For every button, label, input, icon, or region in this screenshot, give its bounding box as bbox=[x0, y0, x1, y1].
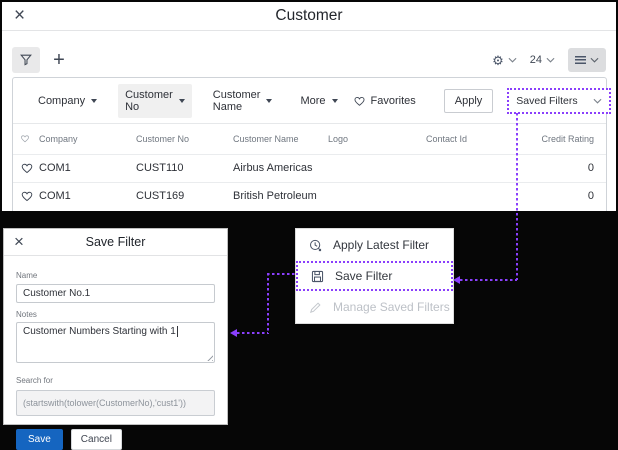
annotation-arrowhead-menu bbox=[453, 276, 460, 284]
customer-table: Company Customer No Customer Name Logo C… bbox=[13, 124, 606, 210]
name-input[interactable] bbox=[16, 284, 215, 303]
cell-customer-no: CUST169 bbox=[136, 182, 233, 210]
cell-customer-name: Airbus Americas bbox=[233, 154, 328, 182]
filter-chip-label: Customer Name bbox=[213, 89, 261, 113]
filter-chip-customer-name[interactable]: Customer Name bbox=[206, 84, 280, 118]
cell-company: COM1 bbox=[39, 182, 136, 210]
page-size-value: 24 bbox=[530, 54, 542, 66]
cell-credit-rating: 0 bbox=[524, 154, 606, 182]
title-bar: × Customer bbox=[2, 2, 616, 31]
favorite-heart-icon[interactable] bbox=[20, 190, 34, 202]
customer-window: × Customer + ⚙ 24 Company bbox=[2, 2, 616, 211]
dropdown-caret-icon bbox=[266, 99, 272, 103]
pencil-icon bbox=[308, 300, 323, 315]
history-icon bbox=[308, 238, 323, 253]
filter-chip-label: Company bbox=[38, 95, 85, 107]
toolbar-right: ⚙ 24 bbox=[492, 48, 606, 72]
table-header-row: Company Customer No Customer Name Logo C… bbox=[13, 124, 606, 154]
annotation-line-from-menu bbox=[267, 273, 296, 275]
dialog-body: Name Notes Customer Numbers Starting wit… bbox=[4, 256, 227, 450]
text-caret bbox=[177, 326, 178, 337]
cancel-button[interactable]: Cancel bbox=[71, 429, 122, 450]
menu-item-label: Save Filter bbox=[335, 269, 392, 283]
dropdown-caret-icon bbox=[332, 99, 338, 103]
saved-filters-dropdown[interactable]: Saved Filters bbox=[507, 88, 611, 114]
heart-icon bbox=[20, 134, 30, 143]
notes-label: Notes bbox=[16, 310, 215, 319]
name-label: Name bbox=[16, 271, 215, 280]
page-title: Customer bbox=[2, 7, 616, 25]
view-mode-control[interactable] bbox=[568, 48, 606, 72]
notes-field[interactable]: Customer Numbers Starting with 1 bbox=[16, 322, 215, 363]
favorites-label: Favorites bbox=[371, 95, 416, 107]
filter-toggle-button[interactable] bbox=[12, 47, 40, 73]
dropdown-caret-icon bbox=[91, 99, 97, 103]
cell-company: COM1 bbox=[39, 154, 136, 182]
table-row[interactable]: COM1 CUST169 British Petroleum 0 bbox=[13, 182, 606, 210]
notes-text: Customer Numbers Starting with 1 bbox=[23, 326, 176, 337]
menu-item-manage-saved-filters: Manage Saved Filters bbox=[296, 292, 453, 322]
filter-chip-label: Customer No bbox=[125, 89, 173, 113]
column-header-company[interactable]: Company bbox=[39, 124, 136, 154]
column-header-logo[interactable]: Logo bbox=[328, 124, 426, 154]
cell-logo bbox=[328, 154, 426, 182]
add-filter-button[interactable]: + bbox=[46, 47, 72, 73]
cell-contact-id bbox=[426, 154, 524, 182]
table-row[interactable]: COM1 CUST110 Airbus Americas 0 bbox=[13, 154, 606, 182]
cell-contact-id bbox=[426, 182, 524, 210]
search-for-label: Search for bbox=[16, 376, 215, 385]
filter-chip-label: More bbox=[300, 95, 325, 107]
settings-control[interactable]: ⚙ bbox=[492, 54, 517, 67]
chevron-down-icon bbox=[590, 57, 599, 63]
filter-chip-more[interactable]: More bbox=[293, 90, 344, 112]
column-header-customer-no[interactable]: Customer No bbox=[136, 124, 233, 154]
annotation-line-menu-vertical bbox=[267, 273, 269, 334]
save-icon bbox=[310, 269, 325, 284]
saved-filters-context-menu: Apply Latest Filter Save Filter Manage S… bbox=[295, 228, 454, 324]
filter-bar: Company Customer No Customer Name More F… bbox=[13, 78, 606, 124]
cell-customer-name: British Petroleum bbox=[233, 182, 328, 210]
resize-grip-icon[interactable] bbox=[205, 353, 213, 361]
dialog-header: × Save Filter bbox=[4, 229, 227, 256]
menu-item-save-filter[interactable]: Save Filter bbox=[296, 261, 453, 291]
menu-item-apply-latest-filter[interactable]: Apply Latest Filter bbox=[296, 230, 453, 260]
column-header-credit-rating[interactable]: Credit Rating bbox=[524, 124, 606, 154]
annotation-line-to-menu bbox=[460, 279, 517, 281]
heart-icon bbox=[353, 95, 366, 107]
chevron-down-icon bbox=[593, 98, 602, 104]
favorite-heart-icon[interactable] bbox=[20, 162, 34, 174]
filter-chip-company[interactable]: Company bbox=[31, 90, 104, 112]
saved-filters-group: Saved Filters ⋮ bbox=[507, 88, 616, 114]
favorites-toggle[interactable]: Favorites bbox=[353, 95, 416, 107]
dropdown-caret-icon bbox=[179, 99, 185, 103]
list-toolbar: + ⚙ 24 bbox=[12, 45, 606, 75]
funnel-icon bbox=[19, 53, 33, 67]
save-filter-dialog: × Save Filter Name Notes Customer Number… bbox=[3, 228, 228, 425]
cell-customer-no: CUST110 bbox=[136, 154, 233, 182]
chevron-down-icon bbox=[546, 57, 555, 63]
list-view-icon bbox=[575, 56, 586, 65]
filter-chip-customer-no[interactable]: Customer No bbox=[118, 84, 192, 118]
column-header-customer-name[interactable]: Customer Name bbox=[233, 124, 328, 154]
menu-item-label: Manage Saved Filters bbox=[333, 300, 450, 314]
cell-credit-rating: 0 bbox=[524, 182, 606, 210]
annotation-line-to-dialog bbox=[237, 332, 268, 334]
dialog-actions: Save Cancel bbox=[16, 429, 215, 450]
menu-item-label: Apply Latest Filter bbox=[333, 238, 429, 252]
gear-icon: ⚙ bbox=[492, 54, 504, 67]
filter-table-panel: Company Customer No Customer Name More F… bbox=[12, 77, 607, 211]
search-for-input bbox=[16, 390, 215, 416]
page-size-control[interactable]: 24 bbox=[530, 54, 555, 66]
chevron-down-icon bbox=[508, 57, 517, 63]
annotation-arrowhead-dialog bbox=[230, 329, 237, 337]
saved-filters-label: Saved Filters bbox=[516, 95, 577, 107]
dialog-title: Save Filter bbox=[4, 235, 227, 249]
cell-logo bbox=[328, 182, 426, 210]
apply-button[interactable]: Apply bbox=[444, 89, 494, 113]
column-header-contact-id[interactable]: Contact Id bbox=[426, 124, 524, 154]
save-button[interactable]: Save bbox=[16, 429, 63, 450]
